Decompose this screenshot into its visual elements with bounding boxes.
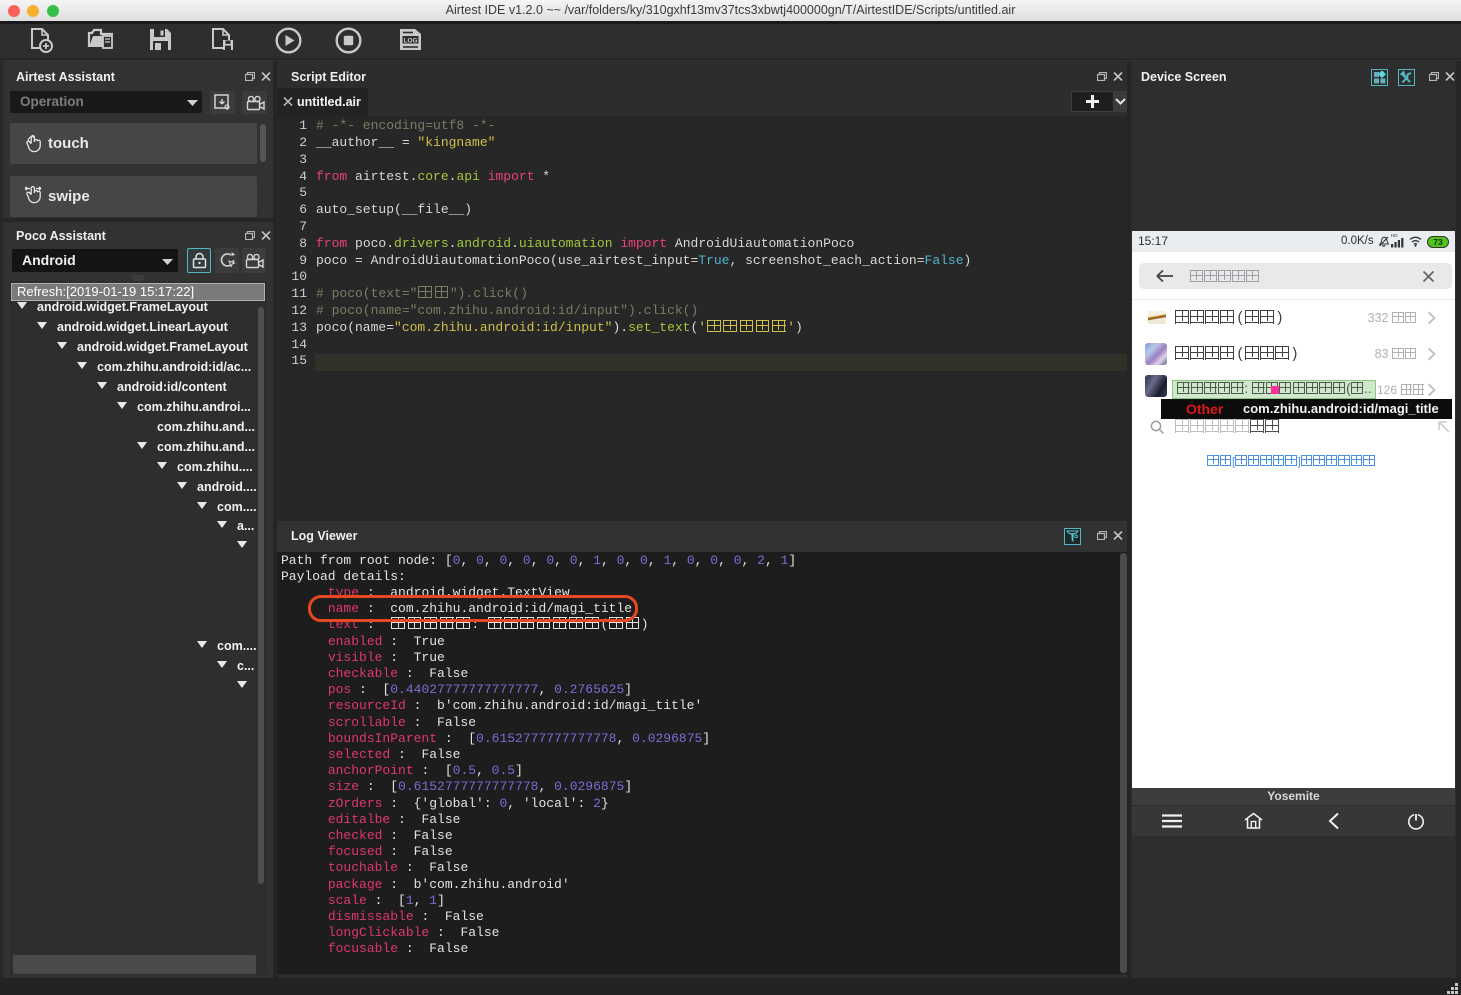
svg-text:LOG: LOG bbox=[404, 37, 418, 44]
svg-text:HD: HD bbox=[1391, 233, 1398, 238]
